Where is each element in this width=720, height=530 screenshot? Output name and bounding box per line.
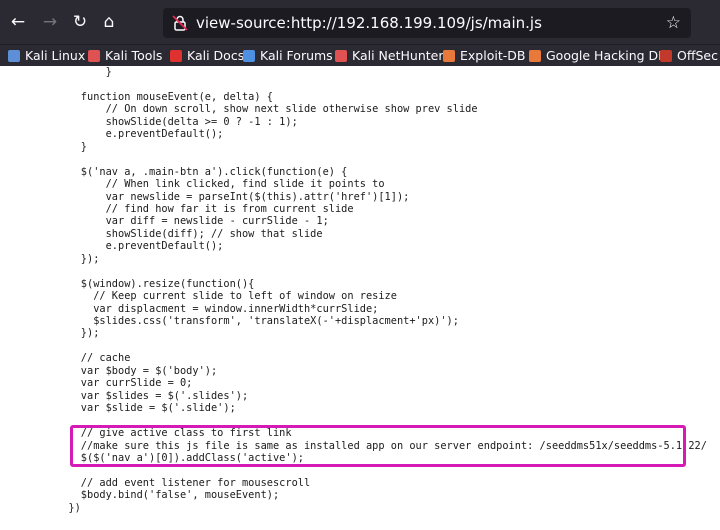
address-bar[interactable]: view-source:http://192.168.199.109/js/ma…: [163, 8, 691, 38]
code-line: });: [56, 252, 100, 265]
bookmark-kali-docs[interactable]: Kali Docs: [170, 46, 244, 66]
code-line: $slides.css('transform', 'translateX(-'+…: [56, 315, 459, 327]
bookmark-exploit-db[interactable]: Exploit-DB: [443, 46, 525, 66]
back-arrow-icon[interactable]: ←: [8, 12, 28, 32]
highlight-annotation: [70, 425, 686, 467]
code-line: var $slides = $('.slides');: [56, 389, 249, 402]
code-line: var currSlide = 0;: [56, 377, 193, 390]
code-line: showSlide(delta >= 0 ? -1 : 1);: [56, 115, 298, 128]
code-line: e.preventDefault();: [56, 128, 224, 141]
nethunter-icon: [335, 50, 347, 62]
code-line: }: [56, 66, 112, 78]
code-line: var displacment = window.innerWidth*curr…: [56, 302, 379, 315]
code-line: // On down scroll, show next slide other…: [56, 103, 478, 116]
bookmark-kali-tools[interactable]: Kali Tools: [88, 46, 162, 66]
code-line: function mouseEvent(e, delta) {: [56, 90, 273, 103]
code-line: // add event listener for mousescroll: [56, 476, 311, 489]
insecure-lock-icon[interactable]: [171, 14, 189, 32]
bookmark-google-hacking-db[interactable]: Google Hacking DB: [529, 46, 667, 66]
code-line: var $slide = $('.slide');: [56, 402, 236, 415]
kali-tools-icon: [88, 50, 100, 62]
bookmark-star-icon[interactable]: ☆: [666, 13, 681, 33]
kali-forums-icon: [243, 50, 255, 62]
code-line: // Keep current slide to left of window …: [56, 290, 397, 303]
reload-icon[interactable]: ↻: [70, 12, 90, 32]
ghdb-icon: [529, 50, 541, 62]
bookmark-offsec[interactable]: OffSec: [660, 46, 718, 66]
code-line: }: [56, 140, 87, 153]
bookmark-kali-forums[interactable]: Kali Forums: [243, 46, 333, 66]
url-text[interactable]: view-source:http://192.168.199.109/js/ma…: [196, 14, 542, 32]
code-line: $('nav a, .main-btn a').click(function(e…: [56, 165, 348, 178]
code-line: // cache: [56, 352, 131, 365]
code-line: e.preventDefault();: [56, 240, 224, 253]
code-line: // When link clicked, find slide it poin…: [56, 178, 385, 191]
code-line: $(window).resize(function(){: [56, 277, 255, 290]
kali-dragon-icon: [8, 50, 20, 62]
code-line: $body.bind('false', mouseEvent);: [56, 489, 280, 502]
code-line: }): [56, 501, 81, 514]
exploit-db-icon: [443, 50, 455, 62]
bookmark-kali-nethunter[interactable]: Kali NetHunter: [335, 46, 443, 66]
bookmarks-toolbar: Kali Linux Kali Tools Kali Docs Kali For…: [0, 44, 720, 66]
code-line: var $body = $('body');: [56, 364, 218, 377]
bookmark-kali-linux[interactable]: Kali Linux: [8, 46, 85, 66]
code-line: // find how far it is from current slide: [56, 202, 354, 215]
code-line: var diff = newslide - currSlide - 1;: [56, 215, 329, 228]
code-line: });: [56, 327, 100, 340]
offsec-icon: [660, 50, 672, 62]
code-line: var newslide = parseInt($(this).attr('hr…: [56, 190, 410, 203]
kali-docs-icon: [170, 50, 182, 62]
home-icon[interactable]: ⌂: [99, 12, 119, 32]
forward-arrow-icon[interactable]: →: [40, 12, 60, 32]
browser-toolbar: ← → ↻ ⌂ view-source:http://192.168.199.1…: [0, 0, 720, 44]
source-view: } function mouseEvent(e, delta) { // On …: [0, 66, 720, 530]
code-line: showSlide(diff); // show that slide: [56, 227, 323, 240]
